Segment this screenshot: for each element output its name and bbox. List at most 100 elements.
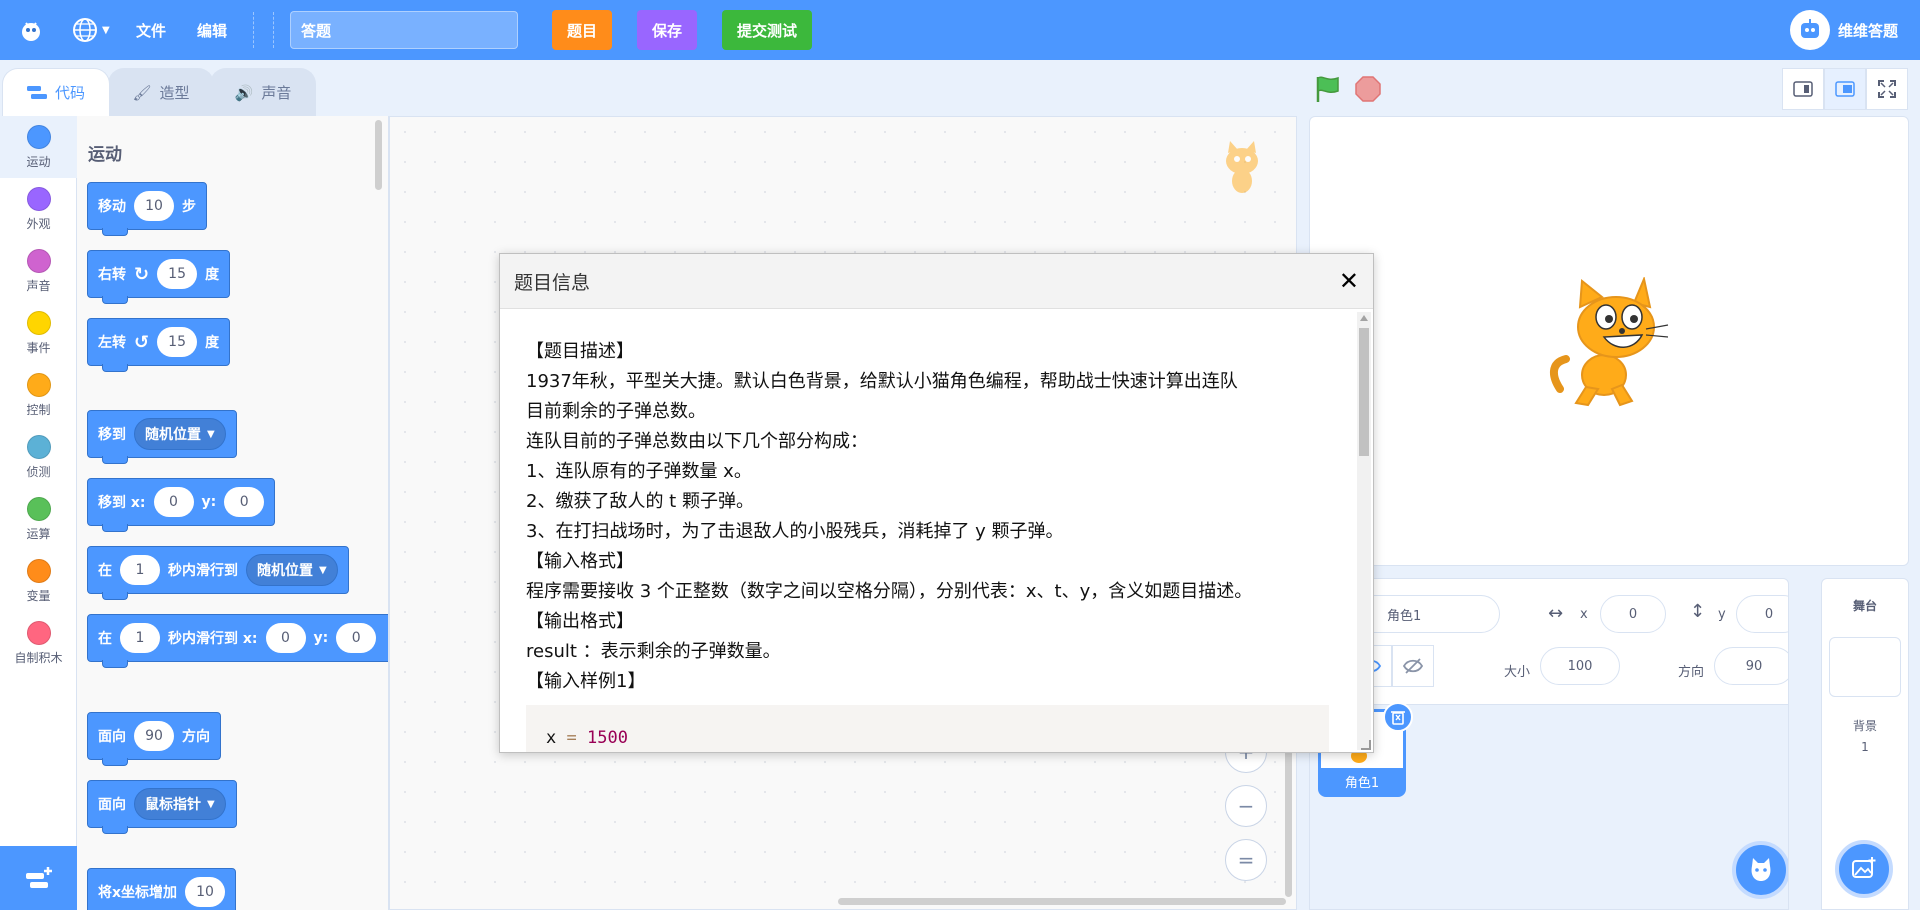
category-label: 事件	[26, 340, 51, 355]
close-icon[interactable]: ✕	[1339, 267, 1359, 295]
seconds-input[interactable]: 1	[120, 623, 160, 653]
category-label: 变量	[26, 588, 51, 603]
backdrop-label: 背景	[1852, 719, 1877, 733]
submit-test-button[interactable]: 提交测试	[722, 10, 812, 50]
category-my-blocks[interactable]: 自制积木	[0, 612, 77, 674]
block-text: 秒内滑行到 x:	[168, 631, 258, 647]
stage-canvas[interactable]	[1309, 116, 1909, 566]
x-input[interactable]: 0	[265, 623, 306, 653]
fullscreen-button[interactable]	[1866, 68, 1908, 110]
block-text: 度	[205, 335, 220, 351]
number-input[interactable]: 10	[185, 877, 226, 907]
logo-icon[interactable]	[18, 18, 44, 44]
section-heading: 【题目描述】	[526, 341, 634, 362]
x-label: x	[1580, 607, 1588, 622]
sprite-watermark-icon	[1226, 141, 1258, 193]
block-glide-to[interactable]: 在 1 秒内滑行到 随机位置 ▼	[87, 546, 349, 600]
direction-input[interactable]: 90	[1714, 647, 1788, 685]
y-input[interactable]: 0	[1736, 595, 1788, 633]
small-stage-button[interactable]	[1782, 68, 1824, 110]
target-dropdown[interactable]: 随机位置 ▼	[246, 554, 338, 586]
block-point-in-direction[interactable]: 面向 90 方向	[87, 712, 221, 766]
hide-sprite-button[interactable]	[1392, 645, 1434, 687]
choose-sprite-button[interactable]	[1732, 841, 1788, 899]
category-sensing[interactable]: 侦测	[0, 426, 77, 488]
rotate-right-icon: ↻	[134, 263, 150, 285]
large-stage-button[interactable]	[1824, 68, 1866, 110]
zoom-reset-button[interactable]: =	[1225, 839, 1267, 881]
block-glide-to-xy[interactable]: 在 1 秒内滑行到 x: 0 y: 0	[87, 614, 388, 668]
delete-sprite-button[interactable]	[1383, 702, 1413, 732]
question-info-dialog: 题目信息 ✕ 【题目描述】 1937年秋，平型关大捷。默认白色背景，给默认小猫角…	[499, 253, 1374, 753]
direction-input[interactable]: 90	[134, 721, 174, 751]
caret-down-icon: ▼	[102, 24, 110, 36]
green-flag-icon[interactable]	[1313, 74, 1343, 104]
user-menu[interactable]: 维维答题	[1789, 10, 1898, 50]
add-extension-button[interactable]	[0, 846, 77, 910]
block-go-to-xy[interactable]: 移到 x: 0 y: 0	[87, 478, 276, 532]
category-control[interactable]: 控制	[0, 364, 77, 426]
block-go-to[interactable]: 移到 随机位置 ▼	[87, 410, 237, 464]
scroll-up-icon[interactable]	[1360, 315, 1368, 321]
rotate-left-icon: ↺	[134, 331, 150, 353]
block-point-towards[interactable]: 面向 鼠标指针 ▼	[87, 780, 237, 834]
block-move-steps[interactable]: 移动 10 步	[87, 182, 207, 236]
sprite-info-panel: 角色1 ↔ x 0 ↕ y 0 大小 100 方向 90	[1310, 579, 1788, 705]
choose-backdrop-button[interactable]	[1835, 840, 1893, 898]
target-dropdown[interactable]: 随机位置 ▼	[134, 418, 226, 450]
category-sound[interactable]: 声音	[0, 240, 77, 302]
tab-sounds[interactable]: 🔊 声音	[210, 68, 316, 116]
x-input[interactable]: 0	[153, 487, 194, 517]
block-turn-right[interactable]: 右转 ↻ 15 度	[87, 250, 231, 304]
caret-down-icon: ▼	[207, 428, 215, 440]
category-events[interactable]: 事件	[0, 302, 77, 364]
description-line: 1、连队原有的子弹数量 x。	[526, 461, 752, 482]
project-title-input[interactable]	[290, 11, 518, 49]
code-operator: =	[566, 728, 577, 748]
y-input[interactable]: 0	[224, 487, 265, 517]
category-motion[interactable]: 运动	[0, 116, 77, 178]
avatar	[1789, 10, 1830, 50]
block-turn-left[interactable]: 左转 ↺ 15 度	[87, 318, 231, 372]
seconds-input[interactable]: 1	[120, 555, 160, 585]
category-looks[interactable]: 外观	[0, 178, 77, 240]
language-menu[interactable]: ▼	[72, 14, 120, 46]
x-input[interactable]: 0	[1600, 595, 1666, 633]
block-text: 移到 x:	[98, 495, 146, 511]
category-variables[interactable]: 变量	[0, 550, 77, 612]
workspace-horizontal-scrollbar[interactable]	[838, 898, 1286, 905]
number-input[interactable]: 10	[134, 191, 174, 221]
save-button[interactable]: 保存	[637, 10, 697, 50]
caret-down-icon: ▼	[207, 798, 215, 810]
dialog-scrollbar[interactable]	[1357, 312, 1371, 750]
block-text: 移动	[98, 199, 126, 215]
target-dropdown[interactable]: 鼠标指针 ▼	[134, 788, 226, 820]
zoom-out-button[interactable]: −	[1225, 785, 1267, 827]
category-operators[interactable]: 运算	[0, 488, 77, 550]
file-menu[interactable]: 文件	[136, 20, 166, 41]
size-input[interactable]: 100	[1540, 647, 1620, 685]
tab-label: 造型	[159, 84, 190, 102]
tab-code[interactable]: 代码	[2, 68, 110, 116]
question-button[interactable]: 题目	[552, 10, 612, 50]
direction-label: 方向	[1678, 665, 1705, 680]
block-text: 移到	[98, 427, 126, 443]
section-heading: 【输入样例1】	[526, 671, 646, 692]
block-change-x[interactable]: 将x坐标增加 10	[87, 868, 237, 910]
stop-icon[interactable]	[1355, 76, 1381, 102]
stage-thumbnail[interactable]	[1829, 637, 1901, 697]
number-input[interactable]: 15	[157, 259, 198, 289]
number-input[interactable]: 15	[157, 327, 198, 357]
resize-grip-icon[interactable]	[1361, 740, 1371, 750]
y-input[interactable]: 0	[336, 623, 377, 653]
description-line: 2、缴获了敌人的 t 颗子弹。	[526, 491, 754, 512]
dialog-scrollbar-thumb[interactable]	[1359, 328, 1369, 456]
palette-scrollbar[interactable]	[375, 120, 382, 190]
workspace-vertical-scrollbar[interactable]	[1285, 737, 1292, 897]
tab-costumes[interactable]: 🖌 造型	[108, 68, 214, 116]
sample-input-code: x = 1500	[526, 705, 1329, 752]
code-number: 1500	[587, 728, 628, 748]
robot-icon	[1800, 19, 1819, 38]
edit-menu[interactable]: 编辑	[197, 20, 227, 41]
cat-sprite[interactable]	[1546, 277, 1670, 407]
